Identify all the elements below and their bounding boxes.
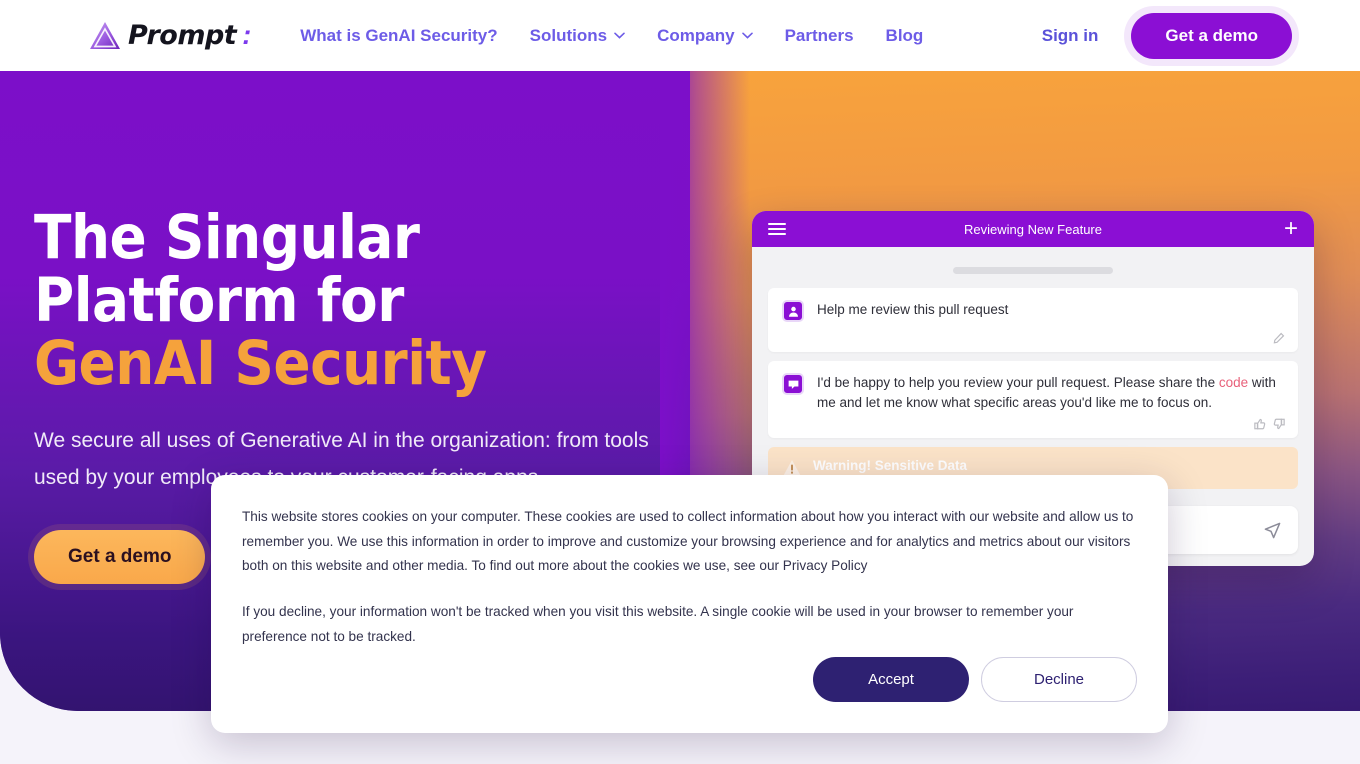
site-header: Prompt: What is GenAI Security? Solution… <box>0 0 1360 71</box>
get-a-demo-button-hero[interactable]: Get a demo <box>34 529 206 584</box>
logo-wordmark: Prompt <box>128 20 237 51</box>
chat-message-user-text: Help me review this pull request <box>817 302 1009 317</box>
assistant-text-pre: I'd be happy to help you review your pul… <box>817 375 1219 390</box>
send-icon[interactable] <box>1256 514 1288 546</box>
nav-label: What is GenAI Security? <box>300 25 498 45</box>
thumbs-down-icon <box>1273 418 1285 430</box>
message-actions[interactable] <box>1273 332 1285 344</box>
main-nav: What is GenAI Security? Solutions Compan… <box>284 26 939 46</box>
logo-colon: : <box>242 20 252 50</box>
cookie-paragraph-1: This website stores cookies on your comp… <box>242 509 1134 574</box>
nav-item-solutions[interactable]: Solutions <box>514 26 641 46</box>
chat-message-assistant-text: I'd be happy to help you review your pul… <box>817 373 1284 412</box>
nav-item-company[interactable]: Company <box>641 26 768 46</box>
sign-in-link[interactable]: Sign in <box>1042 26 1099 46</box>
cookie-consent-dialog: This website stores cookies on your comp… <box>211 475 1168 733</box>
message-feedback-actions[interactable] <box>1254 418 1285 430</box>
chevron-down-icon <box>614 32 625 39</box>
edit-icon <box>1273 332 1285 344</box>
chat-header: Reviewing New Feature + <box>752 211 1314 247</box>
hero-heading-line-1: The Singular Platform for <box>34 202 420 336</box>
hero-heading: The Singular Platform for GenAI Security <box>34 202 674 399</box>
nav-label: Partners <box>784 25 854 45</box>
nav-item-what-is-genai-security[interactable]: What is GenAI Security? <box>284 26 513 46</box>
hero-heading-line-2: GenAI Security <box>34 327 487 399</box>
cookie-paragraph-2: If you decline, your information won't b… <box>242 604 1074 644</box>
nav-label: Company <box>657 25 735 45</box>
nav-label: Blog <box>885 25 924 45</box>
accept-cookies-button[interactable]: Accept <box>813 657 969 702</box>
cookie-actions: Accept Decline <box>813 657 1137 702</box>
chat-message-user: Help me review this pull request <box>768 288 1298 352</box>
chevron-down-icon <box>741 32 753 39</box>
nav-item-partners[interactable]: Partners <box>769 26 870 46</box>
nav-label: Solutions <box>529 25 608 45</box>
thumbs-up-icon <box>1254 418 1266 430</box>
assistant-avatar-icon <box>782 373 804 395</box>
logo[interactable]: Prompt: <box>88 20 251 52</box>
decline-cookies-button[interactable]: Decline <box>981 657 1137 702</box>
prompt-triangle-logo-icon <box>90 21 120 49</box>
get-a-demo-button-header[interactable]: Get a demo <box>1131 12 1292 59</box>
chat-message-assistant: I'd be happy to help you review your pul… <box>768 361 1298 439</box>
plus-icon[interactable]: + <box>1284 217 1298 241</box>
assistant-text-code-highlight: code <box>1218 375 1249 390</box>
hamburger-menu-icon[interactable] <box>768 223 786 235</box>
nav-item-blog[interactable]: Blog <box>870 26 940 46</box>
user-avatar-icon <box>782 300 804 322</box>
header-actions: Sign in Get a demo <box>1042 12 1292 59</box>
chat-title: Reviewing New Feature <box>963 221 1102 237</box>
warning-title: Warning! Sensitive Data <box>813 458 968 474</box>
chat-skeleton-bar <box>953 267 1113 274</box>
